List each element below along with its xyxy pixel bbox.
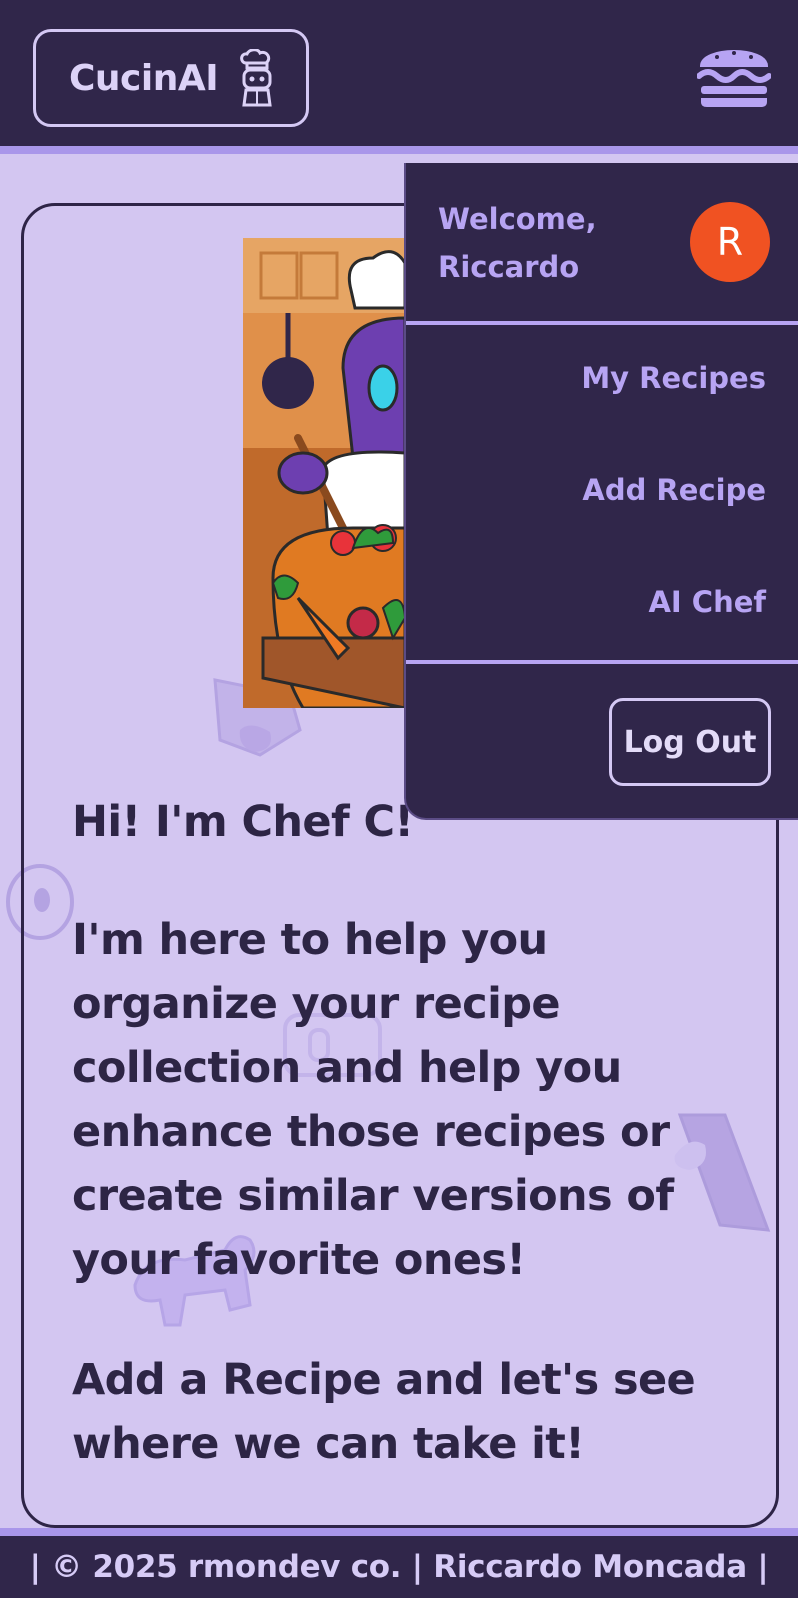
burger-menu-icon[interactable] [697, 42, 771, 108]
menu-divider-top [406, 321, 798, 325]
footer: | © 2025 rmondev co. | Riccardo Moncada … [0, 1528, 798, 1598]
chef-robot-icon [240, 49, 272, 107]
menu-item-my-recipes[interactable]: My Recipes [581, 361, 766, 395]
avatar[interactable]: R [690, 202, 770, 282]
logout-button[interactable]: Log Out [609, 698, 771, 786]
intro-paragraph: I'm here to help you organize your recip… [72, 915, 674, 1285]
welcome-message: Welcome, Riccardo [438, 195, 597, 291]
welcome-line1: Welcome, [438, 202, 597, 236]
top-nav-bar: CucinAI [0, 0, 798, 154]
cta-paragraph: Add a Recipe and let's see where we can … [72, 1355, 696, 1469]
home-logo-button[interactable]: CucinAI [33, 29, 309, 127]
logo-text: CucinAI [69, 57, 219, 99]
user-dropdown-menu: Welcome, Riccardo R My Recipes Add Recip… [404, 163, 798, 820]
welcome-user-name: Riccardo [438, 250, 580, 284]
menu-item-add-recipe[interactable]: Add Recipe [582, 473, 766, 507]
intro-text: Hi! I'm Chef C! I'm here to help you org… [72, 790, 752, 1476]
footer-copyright: | © 2025 rmondev co. | Riccardo Moncada … [29, 1549, 769, 1585]
menu-divider-bottom [406, 660, 798, 664]
menu-item-ai-chef[interactable]: AI Chef [648, 585, 766, 619]
chef-robot-illustration [243, 238, 405, 708]
